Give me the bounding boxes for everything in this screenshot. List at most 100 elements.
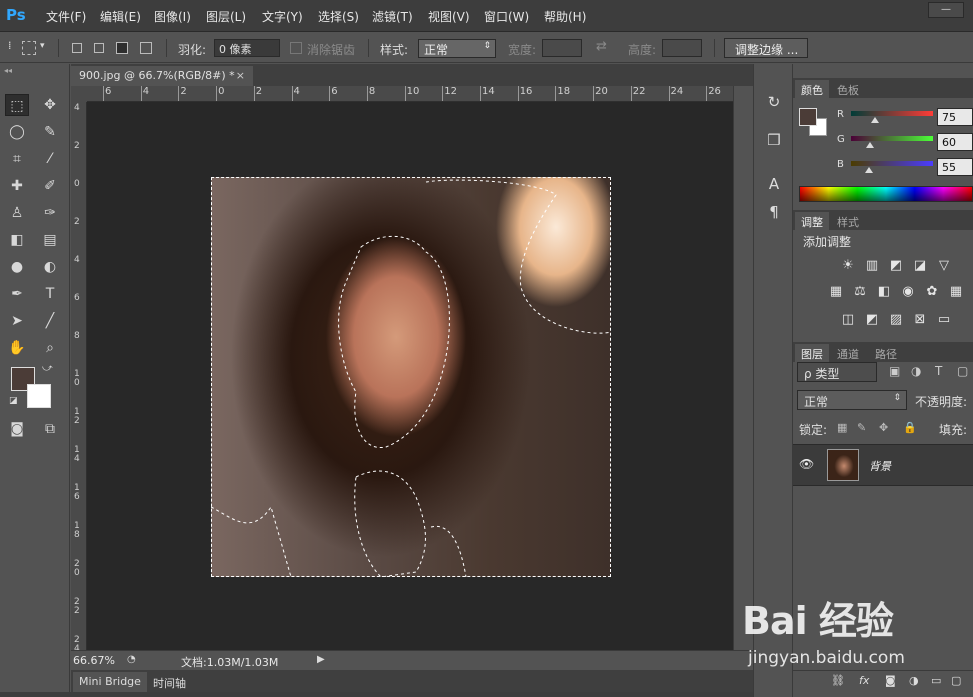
tool-presets-icon[interactable]: ❒ <box>762 128 786 152</box>
menu-help[interactable]: 帮助(H) <box>544 8 586 25</box>
swap-icon[interactable]: ⇄ <box>596 39 607 54</box>
tab-color[interactable]: 颜色 <box>795 80 829 98</box>
intersect-selection-icon[interactable] <box>140 42 152 54</box>
background-color-swatch[interactable] <box>27 384 51 408</box>
levels-icon[interactable]: ▥ <box>863 258 881 274</box>
subtract-selection-icon[interactable] <box>116 42 128 54</box>
menu-image[interactable]: 图像(I) <box>154 8 191 25</box>
line-tool-icon[interactable]: ╱ <box>38 310 62 332</box>
new-selection-icon[interactable] <box>72 43 82 53</box>
hand-tool-icon[interactable]: ✋ <box>5 337 29 359</box>
black-white-icon[interactable]: ◧ <box>875 284 893 300</box>
brightness-icon[interactable]: ☀ <box>839 258 857 274</box>
invert-icon[interactable]: ◫ <box>839 312 857 328</box>
screen-mode-icon[interactable]: ⧉ <box>38 418 62 440</box>
clone-stamp-tool-icon[interactable]: ♙ <box>5 202 29 224</box>
zoom-tool-icon[interactable]: ⌕ <box>38 337 62 359</box>
collapse-icon[interactable]: ◂◂ <box>4 66 12 75</box>
swap-colors-icon[interactable]: ⤻ <box>42 363 53 374</box>
lock-position-icon[interactable]: ✥ <box>879 421 888 434</box>
curves-icon[interactable]: ◩ <box>887 258 905 274</box>
tab-paths[interactable]: 路径 <box>869 344 903 362</box>
paragraph-panel-icon[interactable]: ¶ <box>762 200 786 224</box>
color-balance-icon[interactable]: ⚖ <box>851 284 869 300</box>
history-panel-icon[interactable]: ↻ <box>762 90 786 114</box>
color-spectrum-bar[interactable] <box>799 186 973 202</box>
exposure-icon[interactable]: ◪ <box>911 258 929 274</box>
menu-filter[interactable]: 滤镜(T) <box>372 8 413 25</box>
eyedropper-tool-icon[interactable]: ⁄ <box>38 148 62 170</box>
tab-adjustments[interactable]: 调整 <box>795 212 829 230</box>
menu-window[interactable]: 窗口(W) <box>484 8 529 25</box>
height-input[interactable] <box>662 39 702 57</box>
healing-brush-tool-icon[interactable]: ✚ <box>5 175 29 197</box>
menu-edit[interactable]: 编辑(E) <box>100 8 141 25</box>
lock-all-icon[interactable]: 🔒 <box>903 421 917 434</box>
new-group-icon[interactable]: ▭ <box>931 674 941 687</box>
lock-pixels-icon[interactable]: ✎ <box>857 421 866 434</box>
crop-tool-icon[interactable]: ⌗ <box>5 148 29 170</box>
refine-edge-button[interactable]: 调整边缘 ... <box>724 38 808 58</box>
quick-mask-icon[interactable]: ◙ <box>5 418 29 440</box>
canvas-area[interactable] <box>87 102 733 650</box>
add-mask-icon[interactable]: ◙ <box>885 674 896 687</box>
antialias-checkbox[interactable] <box>290 42 302 54</box>
threshold-icon[interactable]: ▨ <box>887 312 905 328</box>
color-panel-foreground[interactable] <box>799 108 817 126</box>
color-lookup-icon[interactable]: ▦ <box>947 284 965 300</box>
gradient-map-icon[interactable]: ▭ <box>935 312 953 328</box>
character-panel-icon[interactable]: A <box>762 172 786 196</box>
visibility-eye-icon[interactable]: 👁 <box>799 457 814 471</box>
width-input[interactable] <box>542 39 582 57</box>
tab-mini-bridge[interactable]: Mini Bridge <box>73 672 147 692</box>
blue-value-input[interactable]: 55 <box>937 158 973 176</box>
layer-filter-select[interactable]: ρ 类型 <box>797 362 877 382</box>
selective-color-icon[interactable]: ⊠ <box>911 312 929 328</box>
menu-type[interactable]: 文字(Y) <box>262 8 303 25</box>
status-menu-arrow-icon[interactable]: ▶ <box>317 654 325 665</box>
lock-transparent-icon[interactable]: ▦ <box>837 421 847 434</box>
lasso-tool-icon[interactable]: ◯ <box>5 121 29 143</box>
menu-file[interactable]: 文件(F) <box>46 8 86 25</box>
filter-shape-icon[interactable]: ▢ <box>957 364 968 378</box>
green-value-input[interactable]: 60 <box>937 133 973 151</box>
zoom-level[interactable]: 66.67% <box>73 654 115 667</box>
menu-view[interactable]: 视图(V) <box>428 8 470 25</box>
layer-row-background[interactable]: 👁 背景 <box>793 444 973 486</box>
eraser-tool-icon[interactable]: ◧ <box>5 229 29 251</box>
chevron-down-icon[interactable]: ▾ <box>40 41 45 51</box>
default-colors-icon[interactable]: ◪ <box>9 396 18 406</box>
tab-timeline[interactable]: 时间轴 <box>147 672 192 692</box>
hue-saturation-icon[interactable]: ▦ <box>827 284 845 300</box>
blue-slider[interactable] <box>851 161 933 166</box>
red-slider-thumb[interactable] <box>871 117 880 123</box>
posterize-icon[interactable]: ◩ <box>863 312 881 328</box>
vibrance-icon[interactable]: ▽ <box>935 258 953 274</box>
new-adjustment-icon[interactable]: ◑ <box>909 674 919 687</box>
dodge-tool-icon[interactable]: ◐ <box>38 256 62 278</box>
rect-marquee-preset-icon[interactable] <box>22 41 36 55</box>
move-tool-icon[interactable]: ✥ <box>38 94 62 116</box>
menu-layer[interactable]: 图层(L) <box>206 8 246 25</box>
quick-select-tool-icon[interactable]: ✎ <box>38 121 62 143</box>
pen-tool-icon[interactable]: ✒ <box>5 283 29 305</box>
gradient-tool-icon[interactable]: ▤ <box>38 229 62 251</box>
type-tool-icon[interactable]: T <box>38 283 62 305</box>
filter-adjust-icon[interactable]: ◑ <box>911 364 921 378</box>
minimize-button[interactable]: — <box>928 2 964 18</box>
tab-layers[interactable]: 图层 <box>795 344 829 362</box>
close-icon[interactable]: × <box>236 69 245 82</box>
filter-image-icon[interactable]: ▣ <box>889 364 900 378</box>
blue-slider-thumb[interactable] <box>864 167 873 173</box>
proof-icon[interactable]: ◔ <box>127 654 136 665</box>
history-brush-tool-icon[interactable]: ✑ <box>38 202 62 224</box>
photo-filter-icon[interactable]: ◉ <box>899 284 917 300</box>
red-slider[interactable] <box>851 111 933 116</box>
document-tab[interactable]: 900.jpg @ 66.7%(RGB/8#) * × <box>71 66 253 86</box>
green-slider-thumb[interactable] <box>866 142 875 148</box>
tab-styles[interactable]: 样式 <box>831 212 865 230</box>
blend-mode-select[interactable]: 正常 ⇕ <box>797 390 907 410</box>
red-value-input[interactable]: 75 <box>937 108 973 126</box>
brush-tool-icon[interactable]: ✐ <box>38 175 62 197</box>
menu-select[interactable]: 选择(S) <box>318 8 359 25</box>
